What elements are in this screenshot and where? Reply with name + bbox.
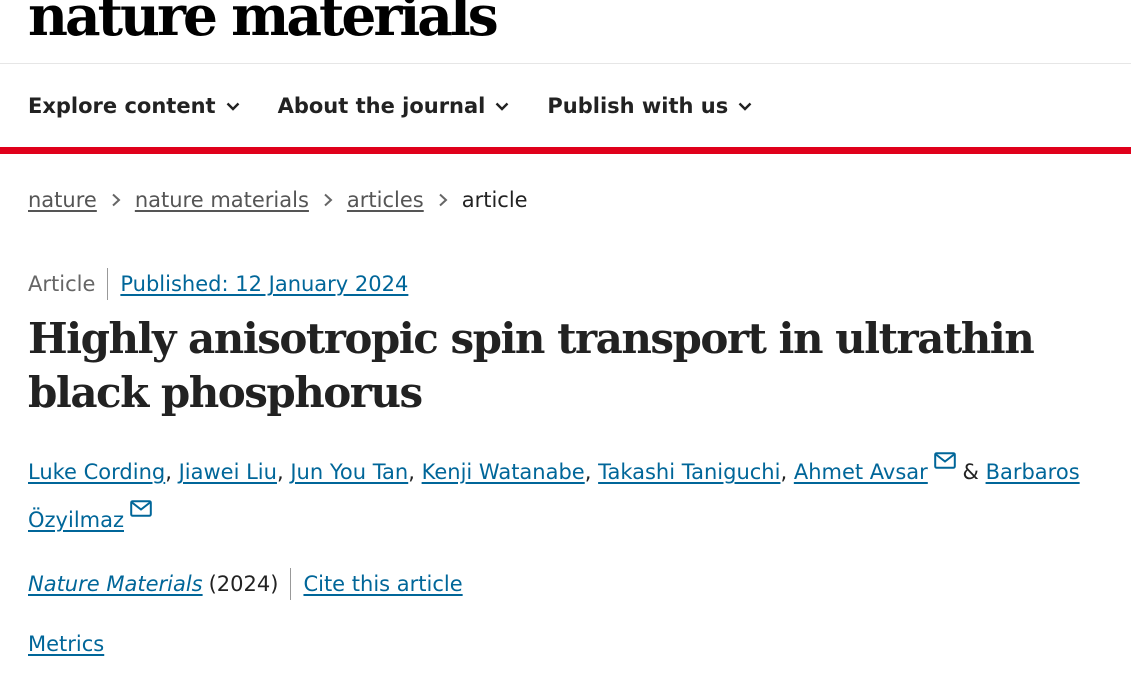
breadcrumb: nature nature materials articles article [28,185,528,215]
chevron-down-icon [226,102,239,111]
mail-icon[interactable] [130,500,152,517]
cite-article-link[interactable]: Cite this article [291,568,462,600]
journal-name-link[interactable]: Nature Materials [28,568,203,600]
breadcrumb-nature[interactable]: nature [28,185,97,215]
nav-about-the-journal[interactable]: About the journal [278,92,510,120]
author-list: Luke Cording, Jiawei Liu, Jun You Tan, K… [28,448,1108,544]
nav-item-label: About the journal [277,94,486,118]
breadcrumb-nature-materials[interactable]: nature materials [135,185,309,215]
nav-explore-content[interactable]: Explore content [28,92,240,120]
published-date-link[interactable]: Published: 12 January 2024 [108,268,408,300]
main-nav: Explore content About the journal Publis… [28,92,752,120]
author-link[interactable]: Luke Cording [28,460,165,484]
author-link[interactable]: Jiawei Liu [179,460,277,484]
author-link[interactable]: Takashi Taniguchi [598,460,780,484]
author-link[interactable]: Jun You Tan [290,460,408,484]
chevron-right-icon [439,193,448,207]
nav-publish-with-us[interactable]: Publish with us [547,92,752,120]
breadcrumb-current: article [461,188,528,212]
author-separator: , [584,460,592,484]
mail-icon[interactable] [933,452,956,469]
article-meta: Article Published: 12 January 2024 [28,268,408,300]
author-conjunction: & [962,460,979,484]
breadcrumb-articles[interactable]: articles [347,185,424,215]
article-title: Highly anisotropic spin transport in ult… [28,314,1035,417]
chevron-down-icon [738,102,752,111]
author-link[interactable]: Kenji Watanabe [422,460,585,484]
nav-item-label: Publish with us [547,94,729,118]
citation-line: Nature Materials (2024) Cite this articl… [28,568,463,600]
accent-bar [0,147,1131,154]
author-separator: , [165,460,172,484]
chevron-right-icon [324,193,333,207]
author-separator: , [408,460,415,484]
publication-year: (2024) [203,568,292,600]
author-separator: , [276,460,284,484]
author-separator: , [780,460,788,484]
article-type: Article [28,268,109,300]
author-link[interactable]: Ahmet Avsar [794,460,928,484]
chevron-down-icon [496,102,509,111]
header-divider [0,63,1131,64]
journal-logo[interactable]: nature materials [28,0,499,46]
nav-item-label: Explore content [28,94,216,118]
metrics-section: Metrics [28,628,104,660]
chevron-right-icon [112,193,121,207]
metrics-link[interactable]: Metrics [28,632,104,656]
